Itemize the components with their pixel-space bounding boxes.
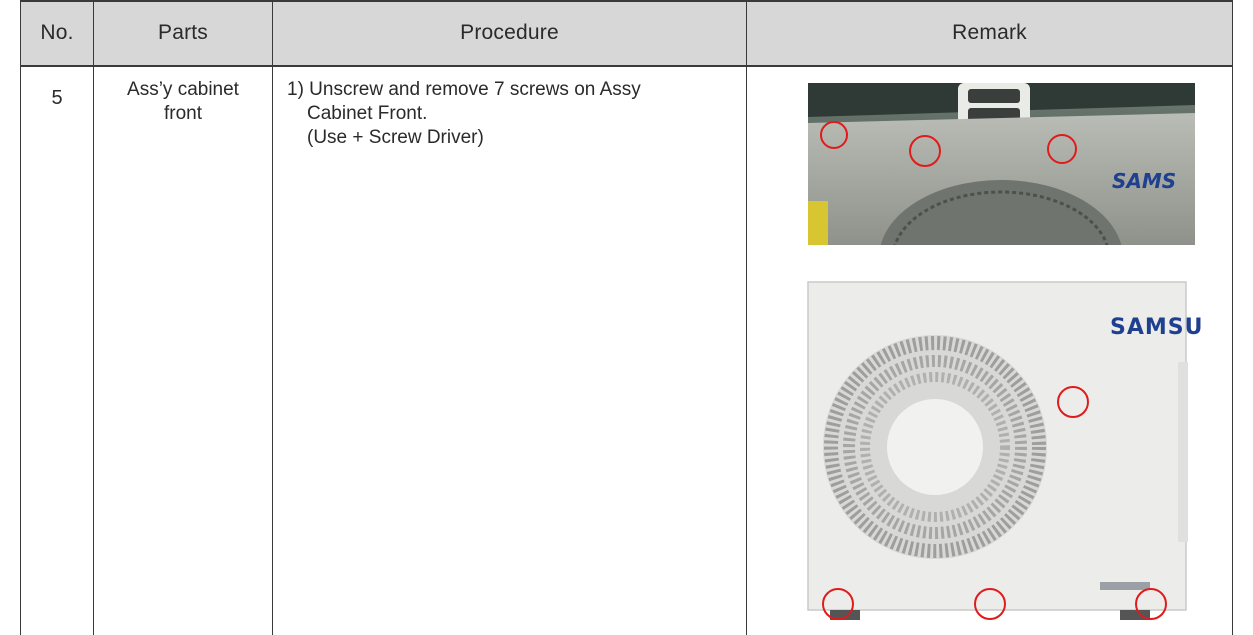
table-right-border: [1232, 0, 1233, 635]
screw-marker-top-1: [820, 121, 848, 149]
screw-marker-front-3: [974, 588, 1006, 620]
procedure-step-1-cont: Cabinet Front.: [307, 103, 428, 124]
screw-marker-top-3: [1047, 134, 1077, 164]
parts-line-2: front: [163, 103, 203, 124]
row-number: 5: [51, 87, 63, 109]
screw-marker-front-4: [1135, 588, 1167, 620]
top-photo-brand: SAMS: [1112, 169, 1176, 193]
procedure-step-1: 1) Unscrew and remove 7 screws on Assy: [287, 79, 641, 100]
procedure-step-1-tool: (Use + Screw Driver): [307, 127, 484, 148]
table-col-divider-3: [746, 0, 747, 635]
screw-marker-front-2: [822, 588, 854, 620]
cabinet-front-photo: SAMSUNG: [800, 272, 1205, 635]
header-remark: Remark: [952, 21, 1027, 44]
table-col-divider-2: [272, 0, 273, 635]
header-parts: Parts: [157, 21, 208, 44]
cabinet-top-photo-drawing: SAMS: [808, 83, 1195, 245]
parts-line-1: Ass’y cabinet: [127, 79, 239, 100]
bottom-photo-brand: SAMSUNG: [1110, 315, 1205, 340]
parts-cell: Ass’y cabinet front: [94, 78, 272, 126]
cabinet-front-photo-drawing: SAMSUNG: [800, 272, 1205, 635]
header-procedure: Procedure: [460, 21, 559, 44]
procedure-cell: 1) Unscrew and remove 7 screws on Assy C…: [287, 78, 737, 150]
screw-marker-top-2: [909, 135, 941, 167]
screw-marker-front-1: [1057, 386, 1089, 418]
cabinet-top-photo: SAMS: [808, 83, 1195, 245]
header-no: No.: [40, 21, 74, 44]
